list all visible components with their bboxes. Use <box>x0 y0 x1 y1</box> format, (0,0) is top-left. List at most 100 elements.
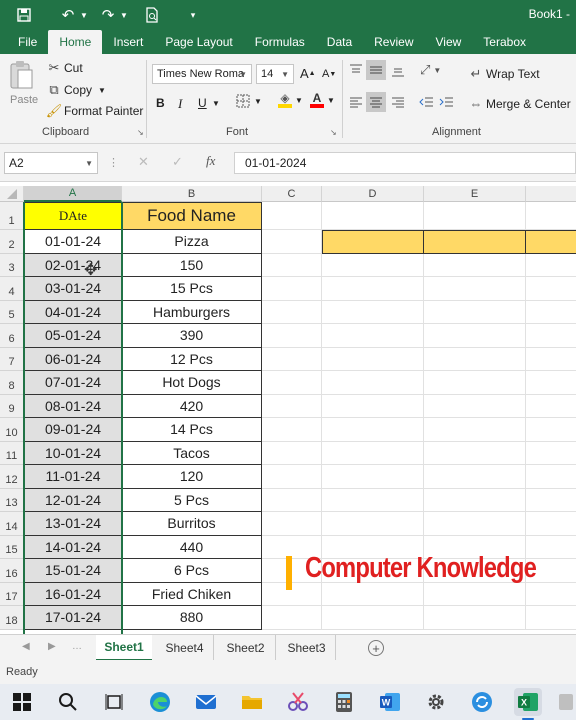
tab-home[interactable]: Home <box>48 30 103 54</box>
food-cell[interactable]: 120 <box>122 465 262 489</box>
empty-cell[interactable] <box>262 582 322 606</box>
date-cell[interactable]: 11-01-24 <box>24 465 122 489</box>
italic-button[interactable]: I <box>178 96 182 112</box>
date-cell[interactable]: 01-01-24 <box>24 230 122 254</box>
sync-app-icon[interactable] <box>468 688 496 716</box>
empty-cell[interactable] <box>322 512 424 536</box>
empty-cell[interactable] <box>262 347 322 371</box>
empty-cell[interactable] <box>424 230 526 254</box>
windows-start-icon[interactable] <box>8 688 36 716</box>
undo-dropdown-icon[interactable]: ▼ <box>78 5 90 25</box>
empty-cell[interactable] <box>322 277 424 301</box>
underline-dropdown-icon[interactable]: ▼ <box>212 99 220 108</box>
empty-cell[interactable] <box>424 253 526 277</box>
tab-data[interactable]: Data <box>316 30 363 54</box>
tab-page-layout[interactable]: Page Layout <box>154 30 243 54</box>
empty-cell[interactable] <box>262 465 322 489</box>
row-header[interactable]: 2 <box>0 230 24 254</box>
empty-cell[interactable] <box>526 371 576 395</box>
font-size-dropdown[interactable]: 14 ▼ <box>256 64 294 84</box>
cancel-icon[interactable]: ✕ <box>138 154 149 170</box>
date-cell[interactable]: 12-01-24 <box>24 488 122 512</box>
scroll-right-icon[interactable]: ▶ <box>48 641 56 652</box>
empty-cell[interactable] <box>526 254 576 277</box>
edge-browser-icon[interactable] <box>146 688 174 716</box>
row-header[interactable]: 7 <box>0 347 24 371</box>
empty-cell[interactable] <box>424 465 526 489</box>
food-cell[interactable]: Tacos <box>122 441 262 465</box>
row-header[interactable]: 1 <box>0 202 24 230</box>
empty-cell[interactable] <box>322 582 424 606</box>
empty-cell[interactable] <box>526 277 576 301</box>
underline-button[interactable]: U <box>198 96 207 110</box>
align-left-icon[interactable] <box>348 94 364 110</box>
row-header[interactable]: 4 <box>0 277 24 301</box>
header-cell-food-name[interactable]: Food Name <box>122 202 262 230</box>
empty-cell[interactable] <box>262 606 322 630</box>
empty-cell[interactable] <box>322 418 424 442</box>
empty-cell[interactable] <box>424 606 526 630</box>
more-sheets-icon[interactable]: … <box>72 641 82 652</box>
empty-cell[interactable] <box>262 512 322 536</box>
empty-cell[interactable] <box>322 441 424 465</box>
grow-font-button[interactable]: A ▲ <box>300 66 316 81</box>
date-cell[interactable]: 09-01-24 <box>24 418 122 442</box>
empty-cell[interactable] <box>262 324 322 348</box>
date-cell[interactable]: 06-01-24 <box>24 347 122 371</box>
merge-center-button[interactable]: ⇔ Merge & Center ▼ <box>468 96 576 111</box>
empty-cell[interactable] <box>322 394 424 418</box>
dialog-launcher-icon[interactable]: ↘ <box>137 128 144 137</box>
redo-dropdown-icon[interactable]: ▼ <box>118 5 130 25</box>
row-header[interactable]: 18 <box>0 606 24 630</box>
row-header[interactable]: 15 <box>0 535 24 559</box>
empty-cell[interactable] <box>262 202 322 230</box>
align-center-icon[interactable] <box>366 92 386 112</box>
undo-icon[interactable]: ↶ <box>56 5 80 25</box>
empty-cell[interactable] <box>424 488 526 512</box>
date-cell[interactable]: 13-01-24 <box>24 512 122 536</box>
paste-button[interactable] <box>8 60 38 94</box>
food-cell[interactable]: 390 <box>122 324 262 348</box>
task-view-icon[interactable] <box>100 688 128 716</box>
empty-cell[interactable] <box>526 324 576 348</box>
empty-cell[interactable] <box>424 441 526 465</box>
empty-cell[interactable] <box>526 442 576 465</box>
empty-cell[interactable] <box>424 371 526 395</box>
row-header[interactable]: 5 <box>0 300 24 324</box>
mail-icon[interactable] <box>192 688 220 716</box>
formula-input[interactable]: 01-01-2024 <box>234 152 576 174</box>
empty-cell[interactable] <box>526 418 576 442</box>
empty-cell[interactable] <box>262 230 322 254</box>
row-header[interactable]: 6 <box>0 324 24 348</box>
snipping-tool-icon[interactable] <box>284 688 312 716</box>
fill-color-button[interactable]: ◈ ▼ <box>278 92 303 108</box>
file-explorer-icon[interactable] <box>238 688 266 716</box>
empty-cell[interactable] <box>262 277 322 301</box>
empty-cell[interactable] <box>322 324 424 348</box>
bottom-align-icon[interactable] <box>390 62 406 78</box>
font-name-dropdown[interactable]: Times New Roma ▼ <box>152 64 252 84</box>
empty-cell[interactable] <box>322 347 424 371</box>
row-header[interactable]: 16 <box>0 559 24 583</box>
decrease-indent-icon[interactable] <box>418 94 434 110</box>
empty-cell[interactable] <box>526 512 576 536</box>
empty-cell[interactable] <box>322 488 424 512</box>
shrink-font-button[interactable]: A ▼ <box>322 68 336 80</box>
cut-button[interactable]: ✂ Cut <box>46 60 83 76</box>
food-cell[interactable]: 420 <box>122 394 262 418</box>
dialog-launcher-icon[interactable]: ↘ <box>330 128 337 137</box>
sheet-tab-4[interactable]: Sheet4 <box>156 635 214 661</box>
empty-cell[interactable] <box>526 489 576 512</box>
empty-cell[interactable] <box>424 582 526 606</box>
column-header-c[interactable]: C <box>262 186 322 202</box>
food-cell[interactable]: 150 <box>122 253 262 277</box>
empty-cell[interactable] <box>262 253 322 277</box>
empty-cell[interactable] <box>424 394 526 418</box>
empty-cell[interactable] <box>526 202 576 230</box>
food-cell[interactable]: 440 <box>122 535 262 559</box>
align-right-icon[interactable] <box>390 94 406 110</box>
format-painter-button[interactable]: 🖌 Format Painter <box>46 103 144 119</box>
column-header-a[interactable]: A <box>24 186 122 202</box>
sheet-tab-3[interactable]: Sheet3 <box>278 635 336 661</box>
food-cell[interactable]: Hamburgers <box>122 300 262 324</box>
